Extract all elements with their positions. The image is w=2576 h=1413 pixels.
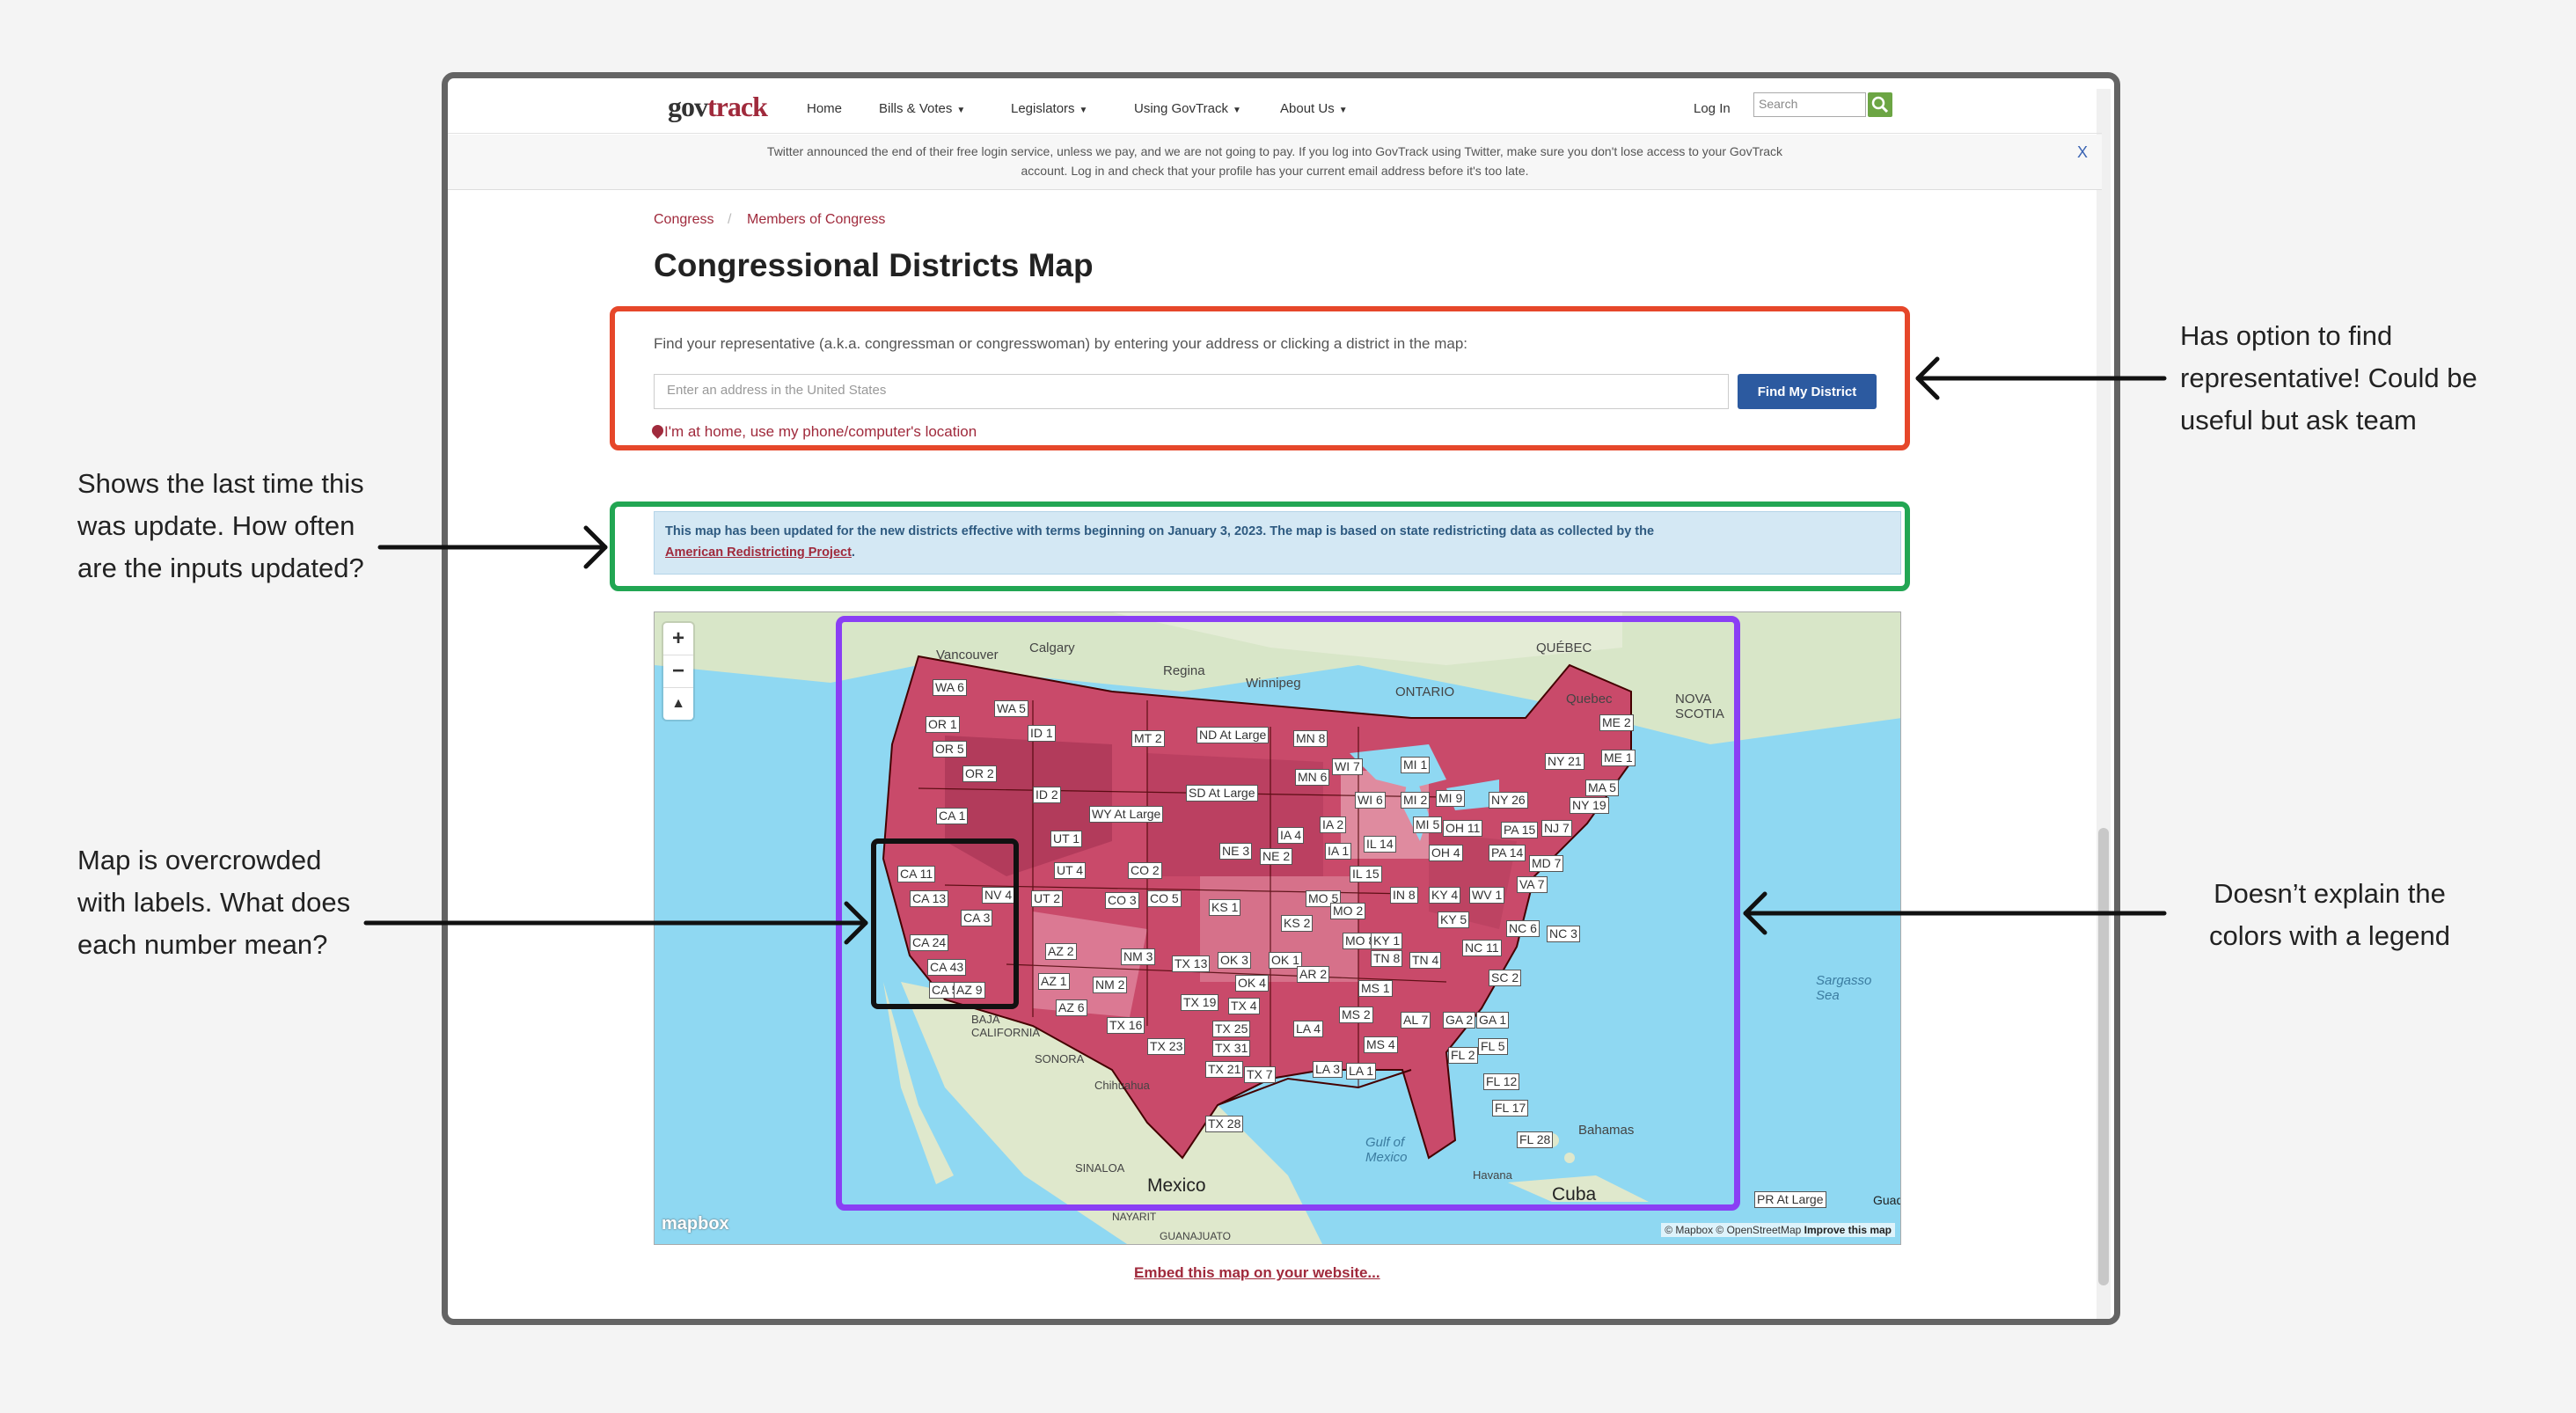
annotation-arrows: [363, 356, 2167, 945]
